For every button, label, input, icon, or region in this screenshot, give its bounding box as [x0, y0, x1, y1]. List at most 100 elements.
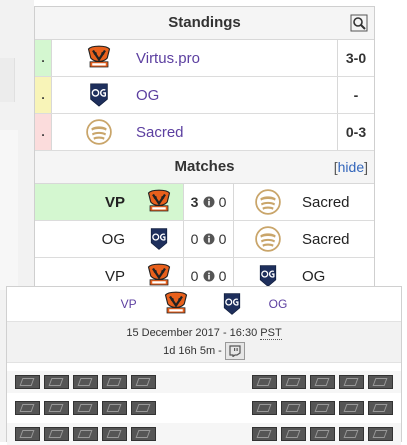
- standings-row: . Virtus.pro 3-0: [35, 40, 374, 77]
- zoom-icon[interactable]: [350, 14, 368, 32]
- match-row[interactable]: VP 3 0 Sacred: [35, 184, 374, 221]
- hero-icon: [281, 375, 306, 389]
- hero-icon: [15, 401, 40, 415]
- right-hero-picks: [252, 427, 393, 441]
- standings-row: . Sacred 0-3: [35, 114, 374, 151]
- game-rows: [7, 363, 401, 445]
- right-hero-picks: [252, 401, 393, 415]
- sacred-logo: [248, 188, 288, 216]
- hero-icon: [44, 401, 69, 415]
- standings-title: Standings: [168, 14, 241, 31]
- og-logo: [139, 226, 179, 252]
- hero-icon: [131, 401, 156, 415]
- game-row: [7, 371, 401, 393]
- hero-icon: [310, 427, 335, 441]
- match-time-info: 15 December 2017 - 16:30 PST 1d 16h 5m -: [7, 321, 401, 363]
- hero-icon: [131, 427, 156, 441]
- hero-icon: [15, 427, 40, 441]
- match-details-popup: VP OG 15 December 2017 - 16:30 PST 1d 16…: [6, 286, 402, 445]
- countdown: 1d 16h 5m -: [163, 345, 222, 357]
- match-row[interactable]: OG 0 0 Sacred: [35, 221, 374, 258]
- team-score: -: [337, 77, 374, 113]
- sacred-logo: [76, 118, 122, 146]
- team-name: OG: [302, 267, 326, 285]
- og-logo: [219, 291, 245, 317]
- info-icon[interactable]: [203, 196, 215, 208]
- right-score: 0: [218, 231, 227, 247]
- match-left-team: VP: [35, 184, 184, 220]
- hero-icon: [281, 427, 306, 441]
- hero-icon: [339, 375, 364, 389]
- hero-icon: [44, 427, 69, 441]
- status-cell: .: [35, 114, 52, 150]
- left-score: 0: [190, 268, 199, 284]
- right-score: 0: [218, 268, 227, 284]
- virtus-pro-logo: [139, 187, 179, 217]
- hero-icon: [102, 375, 127, 389]
- match-date: 15 December 2017 - 16:30: [126, 327, 258, 339]
- popup-teams: VP OG: [7, 287, 401, 321]
- hero-icon: [339, 401, 364, 415]
- left-hero-picks: [15, 375, 156, 389]
- sacred-logo: [248, 225, 288, 253]
- matches-title: Matches: [174, 158, 235, 175]
- hero-icon: [252, 375, 277, 389]
- brackets-panel: Standings . Virtus.pro 3-0 . OG - . Sacr…: [34, 6, 375, 295]
- hero-icon: [73, 401, 98, 415]
- timezone-abbr: PST: [260, 327, 282, 340]
- hero-icon: [44, 375, 69, 389]
- match-datetime: 15 December 2017 - 16:30 PST: [7, 322, 401, 340]
- status-cell: .: [35, 77, 52, 113]
- hero-icon: [281, 401, 306, 415]
- virtus-pro-logo: [76, 43, 122, 73]
- team-score: 3-0: [337, 40, 374, 76]
- team-name: Sacred: [302, 230, 350, 248]
- countdown-line: 1d 16h 5m -: [7, 342, 401, 360]
- hero-icon: [252, 427, 277, 441]
- right-score: 0: [218, 194, 227, 210]
- popup-team-right[interactable]: OG: [269, 297, 288, 311]
- matches-header: Matches [hide]: [35, 151, 374, 184]
- hero-icon: [73, 427, 98, 441]
- match-right-team: Sacred: [234, 221, 374, 257]
- hero-icon: [339, 427, 364, 441]
- hero-icon: [368, 427, 393, 441]
- match-right-team: Sacred: [234, 184, 374, 220]
- team-name: VP: [104, 267, 125, 285]
- team-score: 0-3: [337, 114, 374, 150]
- hero-icon: [310, 375, 335, 389]
- virtus-pro-logo: [161, 289, 191, 319]
- team-name: OG: [101, 230, 125, 248]
- match-left-team: OG: [35, 221, 184, 257]
- team-link[interactable]: OG: [122, 87, 337, 104]
- hide-link[interactable]: hide: [338, 159, 364, 175]
- hero-icon: [310, 401, 335, 415]
- hero-icon: [102, 427, 127, 441]
- hero-icon: [73, 375, 98, 389]
- left-score: 0: [190, 231, 199, 247]
- team-name: Sacred: [302, 193, 350, 211]
- team-name: VP: [104, 193, 125, 211]
- popup-team-left[interactable]: VP: [121, 297, 137, 311]
- hero-icon: [368, 375, 393, 389]
- hero-icon: [102, 401, 127, 415]
- left-score: 3: [190, 194, 199, 210]
- standings-row: . OG -: [35, 77, 374, 114]
- match-score[interactable]: 0 0: [184, 221, 234, 257]
- standings-header: Standings: [35, 7, 374, 40]
- hero-icon: [131, 375, 156, 389]
- team-link[interactable]: Sacred: [122, 124, 337, 141]
- status-cell: .: [35, 40, 52, 76]
- info-icon[interactable]: [203, 270, 215, 282]
- hide-toggle: [hide]: [333, 159, 368, 175]
- info-icon[interactable]: [203, 233, 215, 245]
- page-side-tab: [0, 58, 15, 102]
- match-score[interactable]: 3 0: [184, 184, 234, 220]
- hero-icon: [252, 401, 277, 415]
- hero-icon: [368, 401, 393, 415]
- hero-icon: [15, 375, 40, 389]
- twitch-icon[interactable]: [224, 342, 245, 360]
- og-logo: [76, 81, 122, 109]
- team-link[interactable]: Virtus.pro: [122, 50, 337, 67]
- left-hero-picks: [15, 401, 156, 415]
